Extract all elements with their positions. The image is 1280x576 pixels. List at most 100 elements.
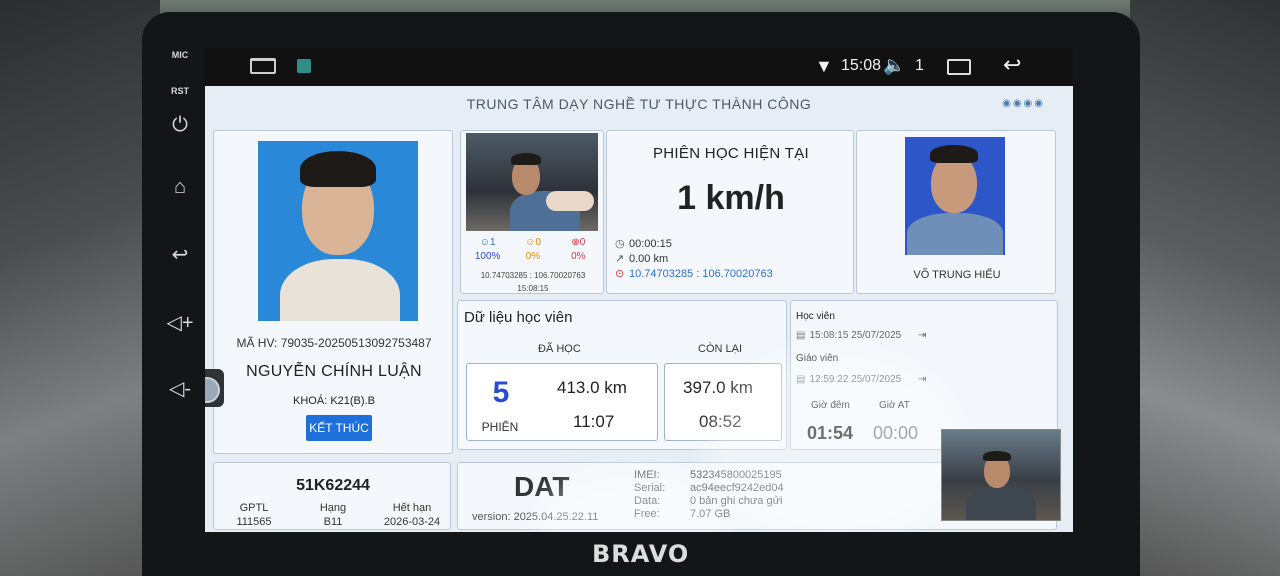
cabin-camera-thumbnail[interactable] xyxy=(941,429,1061,521)
logo-text: BRAVO xyxy=(592,540,690,568)
class-col: Hạng B11 xyxy=(293,501,373,529)
device-brand: DAT xyxy=(514,471,570,502)
screen: ▼ 15:08 🔈 1 ↩ TRUNG TÂM DẠY NGHỀ TƯ THỰC… xyxy=(205,48,1073,532)
imei-value: 532345800025195 xyxy=(690,469,782,481)
teacher-card: VÕ TRUNG HIẾU xyxy=(856,130,1056,294)
status-time: 15:08 xyxy=(841,57,882,74)
volume-up-icon[interactable]: ◁+ xyxy=(150,310,210,335)
student-time-row: ▤ 15:08:15 25/07/2025 ⇥ xyxy=(796,330,926,341)
remaining-time: 08:52 xyxy=(699,412,742,431)
dashboard-left xyxy=(0,0,160,576)
session-distance: 0.00 km xyxy=(629,253,669,265)
camera-coords: 10.74703285 : 106.70020763 xyxy=(480,271,586,280)
student-course: KHOÁ: K21(B).B xyxy=(293,395,375,407)
device-version: version: 2025.04.25.22.11 xyxy=(472,511,599,523)
learned-time: 11:07 xyxy=(573,412,615,431)
camera-time: 15:08:15 xyxy=(517,284,549,293)
face-check-stats: ☺1 ☺0 ⊗0 100% 0% 0% xyxy=(465,237,601,262)
camera-snapshot xyxy=(466,133,598,231)
session-duration: 00:00:15 xyxy=(629,238,672,250)
session-count-label: PHIÊN xyxy=(481,420,519,434)
night-hours-label: Giờ đêm xyxy=(811,400,850,411)
faces-ok: 1 xyxy=(489,237,496,248)
reset-button[interactable]: RST xyxy=(150,86,210,96)
night-hours-value: 01:54 xyxy=(807,423,854,443)
calendar-icon: ▤ xyxy=(796,330,806,341)
recent-apps-icon[interactable] xyxy=(947,59,971,75)
pct-ok: 100% xyxy=(474,251,501,262)
serial-label: Serial: xyxy=(634,482,666,494)
free-label: Free: xyxy=(634,508,660,520)
pct-err: 0% xyxy=(571,251,586,262)
teacher-time-row: ▤ 12:59:22 25/07/2025 ⇥ xyxy=(796,374,926,385)
at-hours-value: 00:00 xyxy=(873,423,919,443)
vehicle-card: 51K62244 GPTL 111565 Hạng B11 Hết hạn 20… xyxy=(213,462,451,530)
wifi-icon: ▼ xyxy=(815,56,833,76)
back-nav-icon[interactable]: ↩ xyxy=(1003,52,1021,78)
end-session-button[interactable]: KẾT THÚC xyxy=(306,415,372,441)
class-value: B11 xyxy=(323,516,343,528)
serial-value: ac94eecf9242ed04 xyxy=(690,482,784,494)
teacher-photo xyxy=(905,137,1005,255)
expiry-value: 2026-03-24 xyxy=(383,516,441,528)
volume-level: 1 xyxy=(915,57,924,74)
timestamps-card: Học viên ▤ 15:08:15 25/07/2025 ⇥ Giáo viê… xyxy=(790,300,1061,521)
student-card: MÃ HV: 79035-20250513092753487 NGUYỄN CH… xyxy=(205,130,453,454)
device-values: 532345800025195 ac94eecf9242ed04 0 bản g… xyxy=(690,469,784,521)
export-icon[interactable]: ⇥ xyxy=(918,374,926,385)
back-icon[interactable]: ↩ xyxy=(150,242,210,267)
remaining-distance: 397.0 km xyxy=(683,378,753,397)
class-label: Hạng xyxy=(319,502,347,514)
faces-err: 0 xyxy=(579,237,586,248)
license-col: GPTL 111565 xyxy=(214,501,294,529)
data-value: 0 bản ghi chưa gửi xyxy=(690,495,783,507)
session-count: 5 xyxy=(492,376,510,409)
volume-down-icon[interactable]: ◁- xyxy=(150,376,210,401)
status-bar: ▼ 15:08 🔈 1 ↩ xyxy=(205,48,1073,86)
session-location-row[interactable]: ⊙ 10.74703285 : 106.70020763 xyxy=(615,267,773,280)
pct-warn: 0% xyxy=(525,251,541,262)
export-icon[interactable]: ⇥ xyxy=(918,330,926,341)
power-icon[interactable]: ⏻ xyxy=(150,114,210,137)
teacher-name: VÕ TRUNG HIẾU xyxy=(913,269,1001,281)
trend-icon: ↗ xyxy=(615,253,625,265)
license-value: 111565 xyxy=(236,516,272,528)
hardware-buttons: MIC RST ⏻ ⌂ ↩ ◁+ ◁- xyxy=(150,40,210,420)
session-location: 10.74703285 : 106.70020763 xyxy=(629,268,773,280)
expiry-label: Hết hạn xyxy=(392,502,432,514)
center-title: TRUNG TÂM DẠY NGHỀ TƯ THỰC THÀNH CÔNG xyxy=(466,96,812,112)
student-time-label: Học viên xyxy=(796,311,835,322)
home-icon[interactable]: ⌂ xyxy=(150,176,210,199)
teacher-time-label: Giáo viên xyxy=(796,353,839,364)
warn-icon: ☺ xyxy=(525,237,536,248)
learned-header: ĐÃ HỌC xyxy=(538,343,581,355)
vehicle-plate: 51K62244 xyxy=(296,477,370,494)
volume-icon[interactable]: 🔈 xyxy=(883,55,905,76)
camera-card: ☺1 ☺0 ⊗0 100% 0% 0% 10.74703285 : 106.70… xyxy=(460,130,604,294)
student-photo xyxy=(258,141,418,321)
expiry-col: Hết hạn 2026-03-24 xyxy=(372,501,452,529)
ok-icon: ☺ xyxy=(479,237,490,248)
student-code: MÃ HV: 79035-20250513092753487 xyxy=(236,336,432,350)
learned-distance: 413.0 km xyxy=(557,378,627,397)
at-hours-label: Giờ AT xyxy=(879,400,910,411)
teacher-time: 12:59:22 25/07/2025 xyxy=(809,374,902,385)
app-icon[interactable] xyxy=(297,59,311,73)
free-value: 7.07 GB xyxy=(690,508,731,520)
student-data-title: Dữ liệu học viên xyxy=(464,309,573,326)
bravo-logo: BRAVO xyxy=(592,540,689,568)
session-duration-row: ◷ 00:00:15 xyxy=(615,237,672,250)
session-title: PHIÊN HỌC HIỆN TẠI xyxy=(653,145,809,162)
data-label: Data: xyxy=(634,495,661,507)
license-label: GPTL xyxy=(239,502,269,514)
student-time: 15:08:15 25/07/2025 xyxy=(809,330,902,341)
student-name: NGUYỄN CHÍNH LUẬN xyxy=(246,363,422,380)
student-data-card: Dữ liệu học viên ĐÃ HỌC CÒN LẠI 5 PHIÊN … xyxy=(457,300,787,450)
home-nav-icon[interactable] xyxy=(250,58,276,74)
location-icon: ⊙ xyxy=(615,268,625,280)
error-icon: ⊗ xyxy=(571,237,580,248)
imei-label: IMEI: xyxy=(634,469,660,481)
mic-label: MIC xyxy=(171,50,189,60)
session-speed: 1 km/h xyxy=(677,179,785,217)
learned-box: 5 PHIÊN 413.0 km 11:07 xyxy=(466,363,658,441)
